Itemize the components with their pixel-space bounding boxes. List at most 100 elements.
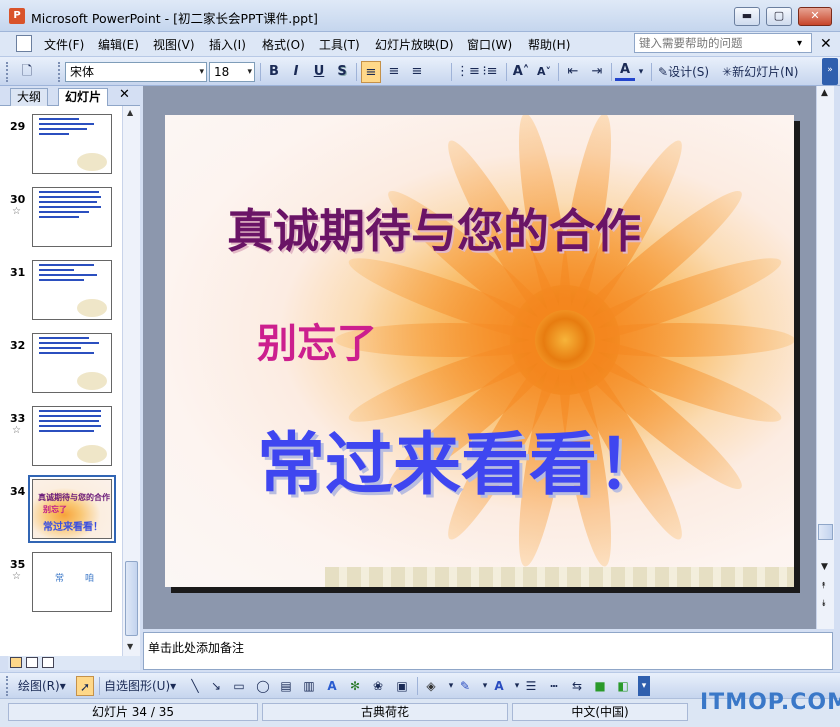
scrollbar-thumb[interactable]: [818, 524, 833, 540]
dash-style-icon[interactable]: ┅: [545, 676, 563, 696]
minimize-button[interactable]: ▬: [734, 7, 760, 26]
menu-format[interactable]: 格式(O): [262, 36, 305, 53]
scroll-up-icon[interactable]: ▲: [127, 108, 133, 117]
shrink-font-button[interactable]: A˅: [534, 61, 554, 83]
font-color-icon[interactable]: A: [490, 676, 508, 696]
help-dropdown-icon[interactable]: ▾: [797, 38, 802, 49]
slide-thumbnail-31[interactable]: [32, 260, 112, 320]
font-name-select[interactable]: 宋体 ▾: [65, 62, 207, 82]
slide-big-text[interactable]: 常过来看看！: [257, 409, 665, 508]
oval-icon[interactable]: ◯: [254, 676, 272, 696]
slide-thumbnail-32[interactable]: [32, 333, 112, 393]
menu-window[interactable]: 窗口(W): [467, 36, 512, 53]
new-document-icon[interactable]: 🗋: [17, 61, 37, 83]
menu-insert[interactable]: 插入(I): [209, 36, 246, 53]
slide-subtitle[interactable]: 别忘了: [257, 311, 377, 369]
bold-button[interactable]: B: [264, 61, 284, 83]
thumb-text-line: [39, 410, 101, 412]
slide-thumbnail-30[interactable]: [32, 187, 112, 247]
menu-slideshow[interactable]: 幻灯片放映(D): [375, 36, 454, 53]
design-button[interactable]: ✎设计(S): [658, 61, 709, 83]
textbox-icon[interactable]: ▤: [277, 676, 295, 696]
decrease-indent-button[interactable]: ⇤: [563, 61, 583, 83]
slideshow-icon[interactable]: [42, 657, 54, 668]
arrow-icon[interactable]: ↘: [207, 676, 225, 696]
scroll-up-icon[interactable]: ▲: [821, 88, 828, 98]
toolbar-separator: [558, 63, 559, 81]
document-icon[interactable]: [16, 35, 32, 52]
shadow-button[interactable]: S: [332, 61, 352, 83]
picture-icon[interactable]: ▣: [393, 676, 411, 696]
thumbnail-scrollbar[interactable]: ▲ ▼: [122, 106, 140, 656]
slide-thumbnail-35[interactable]: 常 咱: [32, 552, 112, 612]
fill-color-icon[interactable]: ◈: [422, 676, 440, 696]
powerpoint-app-icon[interactable]: P: [9, 8, 25, 24]
maximize-button[interactable]: ▢: [766, 7, 792, 26]
next-slide-icon[interactable]: ⯯: [821, 599, 826, 609]
menu-view[interactable]: 视图(V): [153, 36, 195, 53]
line-style-icon[interactable]: ☰: [522, 676, 540, 696]
align-right-button[interactable]: ≡: [407, 61, 427, 83]
arrow-style-icon[interactable]: ⇆: [568, 676, 586, 696]
normal-view-icon[interactable]: [10, 657, 22, 668]
toolbar-grip[interactable]: [6, 676, 9, 696]
draw-label: 绘图(R): [18, 679, 60, 693]
scroll-down-icon[interactable]: ▼: [821, 562, 828, 572]
toolbar-grip[interactable]: [6, 62, 9, 82]
autoshape-menu-button[interactable]: 自选图形(U)▾: [104, 676, 176, 696]
menu-tools[interactable]: 工具(T): [319, 36, 360, 53]
select-pointer-icon[interactable]: ➚: [76, 676, 94, 696]
current-slide[interactable]: 真诚期待与您的合作 别忘了 常过来看看！: [165, 115, 794, 587]
3d-style-icon[interactable]: ◧: [614, 676, 632, 696]
grow-font-button[interactable]: A˄: [511, 61, 531, 83]
toolbar-options-button[interactable]: »: [822, 58, 838, 85]
scroll-down-icon[interactable]: ▼: [127, 642, 133, 651]
shadow-style-icon[interactable]: ■: [591, 676, 609, 696]
align-center-button[interactable]: ≡: [384, 61, 404, 83]
underline-button[interactable]: U: [309, 61, 329, 83]
tab-slides[interactable]: 幻灯片: [58, 88, 109, 107]
line-color-icon[interactable]: ✎: [456, 676, 474, 696]
pane-close-icon[interactable]: ✕: [119, 87, 130, 102]
font-color-dropdown-icon[interactable]: ▾: [636, 61, 646, 83]
slide-title[interactable]: 真诚期待与您的合作: [227, 195, 641, 261]
clipart-icon[interactable]: ❀: [369, 676, 387, 696]
new-slide-button[interactable]: ✳新幻灯片(N): [722, 61, 798, 83]
slide-thumbnail-33[interactable]: [32, 406, 112, 466]
menu-help[interactable]: 帮助(H): [528, 36, 570, 53]
close-document-button[interactable]: ✕: [820, 36, 832, 52]
help-search-input[interactable]: 键入需要帮助的问题: [634, 33, 812, 53]
thumbnail-list[interactable]: 29 30 ☆ 31 32 33 ☆ 34 真诚期待与您的合作 别忘了 常过来看…: [0, 106, 122, 656]
slide-scrollbar[interactable]: ▲ ▼ ⯭ ⯯: [816, 86, 834, 629]
tab-outline[interactable]: 大纲: [10, 88, 49, 106]
vertical-textbox-icon[interactable]: ▥: [300, 676, 318, 696]
increase-indent-button[interactable]: ⇥: [587, 61, 607, 83]
menu-edit[interactable]: 编辑(E): [98, 36, 139, 53]
rectangle-icon[interactable]: ▭: [230, 676, 248, 696]
slide-thumbnail-29[interactable]: [32, 114, 112, 174]
slide-thumbnail-34[interactable]: 真诚期待与您的合作 别忘了 常过来看看！: [28, 475, 116, 543]
close-button[interactable]: ✕: [798, 7, 832, 26]
drawing-toolbar-options-icon[interactable]: ▾: [638, 676, 650, 696]
align-left-button[interactable]: ≡: [361, 61, 381, 83]
notes-pane[interactable]: 单击此处添加备注: [143, 632, 833, 670]
thumb-text-line: [39, 201, 97, 203]
numbering-button[interactable]: ⋮≡: [456, 61, 480, 83]
bullets-button[interactable]: ⁝≡: [480, 61, 500, 83]
scrollbar-thumb[interactable]: [125, 561, 138, 636]
slide-number: 35: [10, 558, 26, 571]
italic-button[interactable]: I: [286, 61, 306, 83]
toolbar-grip[interactable]: [58, 62, 61, 82]
line-icon[interactable]: ╲: [186, 676, 204, 696]
font-color-button[interactable]: A: [615, 61, 635, 81]
thumb-text-line: [39, 123, 94, 125]
diagram-icon[interactable]: ✻: [346, 676, 364, 696]
previous-slide-icon[interactable]: ⯭: [821, 581, 826, 591]
font-size-select[interactable]: 18 ▾: [209, 62, 255, 82]
menu-file[interactable]: 文件(F): [44, 36, 84, 53]
view-buttons: [8, 656, 140, 670]
draw-menu-button[interactable]: 绘图(R)▾: [18, 676, 66, 696]
wordart-icon[interactable]: A: [323, 676, 341, 696]
thumb-text-line: [39, 342, 99, 344]
slide-sorter-icon[interactable]: [26, 657, 38, 668]
